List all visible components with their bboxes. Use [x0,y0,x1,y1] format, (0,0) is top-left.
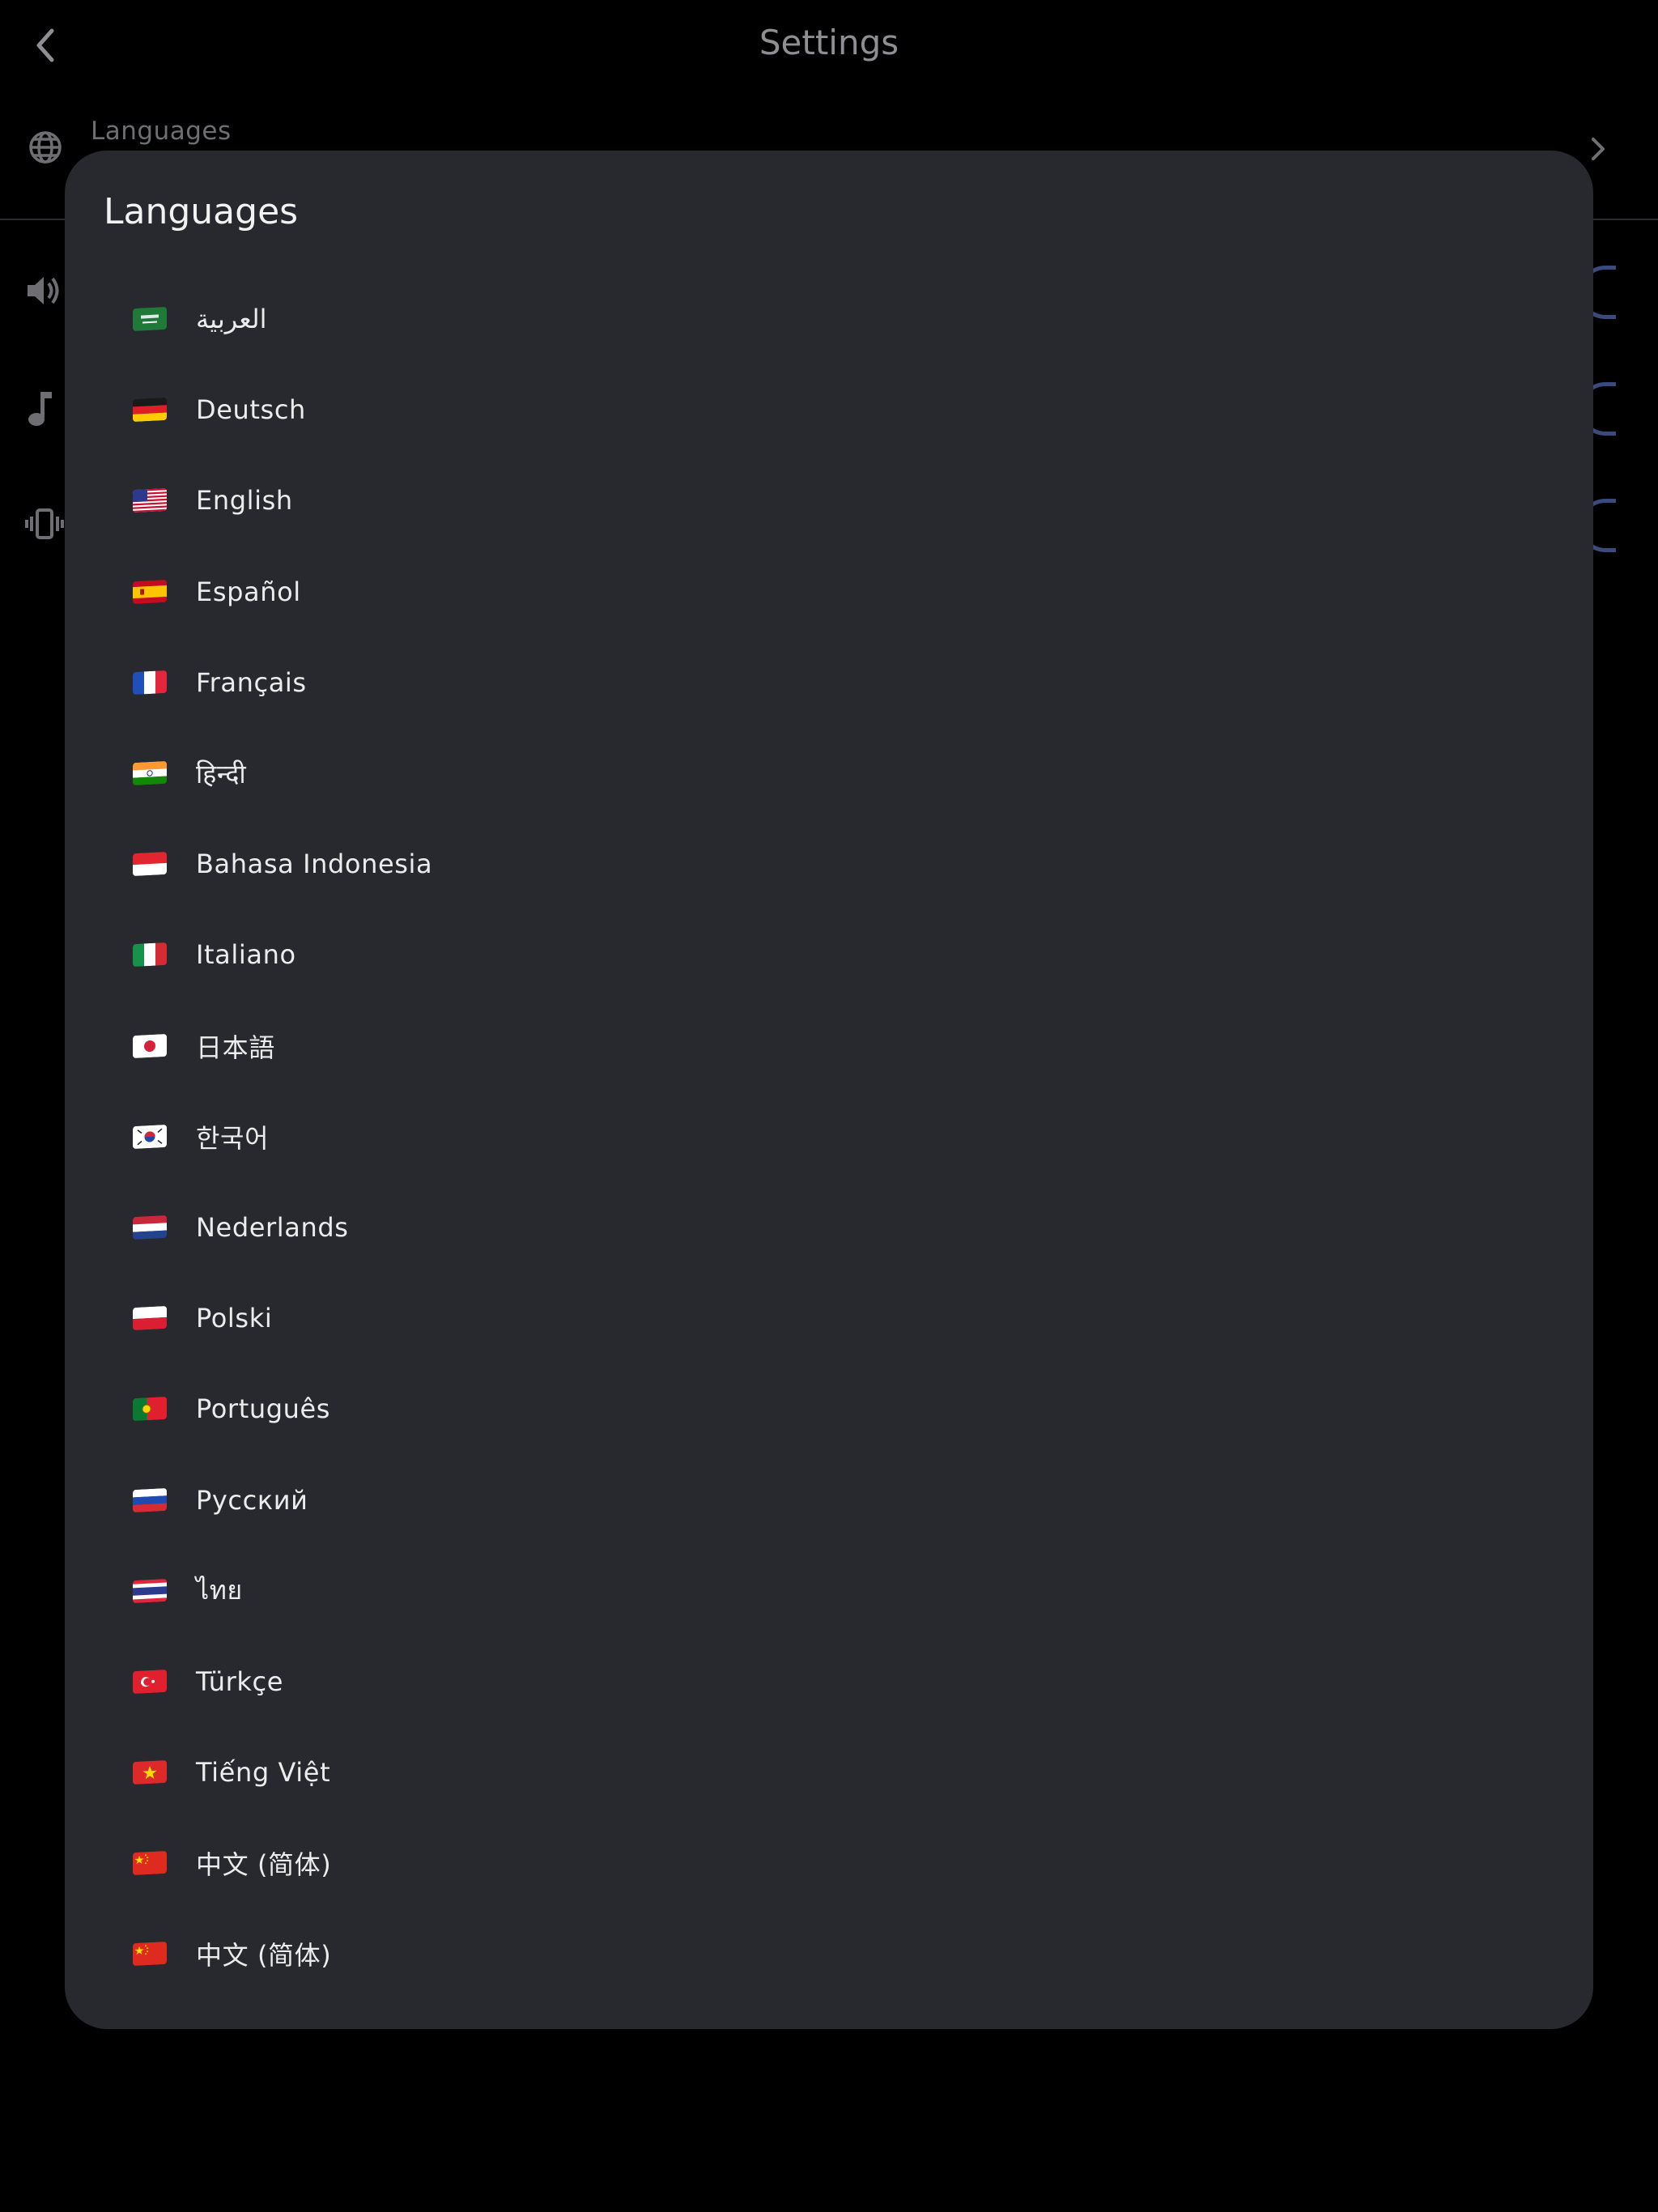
language-picker-sheet: Languages العربية Deutsch English Españo… [65,151,1593,2029]
globe-icon [29,131,62,164]
japan-flag-icon [133,1033,167,1058]
turkey-flag-icon [133,1669,167,1695]
language-label: Italiano [196,939,296,971]
language-label: Türkçe [196,1665,284,1697]
language-item-indonesian[interactable]: Bahasa Indonesia [65,819,1593,909]
language-item-turkish[interactable]: Türkçe [65,1636,1593,1727]
china-flag-icon [133,1942,167,1967]
language-item-thai[interactable]: ไทย [65,1546,1593,1636]
indonesia-flag-icon [133,852,167,877]
language-item-vietnamese[interactable]: Tiếng Việt [65,1727,1593,1818]
russia-flag-icon [133,1487,167,1512]
india-flag-icon [133,760,167,786]
language-item-dutch[interactable]: Nederlands [65,1182,1593,1273]
china-flag-icon [133,1851,167,1876]
portugal-flag-icon [133,1397,167,1422]
language-label: 中文 (简体) [196,1940,332,1972]
language-label: Español [196,576,301,607]
language-label: Русский [196,1484,308,1516]
language-label: Polski [196,1303,273,1334]
language-label: Deutsch [196,394,306,426]
spain-flag-icon [133,579,167,604]
language-item-arabic[interactable]: العربية [65,274,1593,364]
language-item-chinese-simplified[interactable]: 中文 (简体) [65,1818,1593,1908]
germany-flag-icon [133,398,167,423]
language-item-japanese[interactable]: 日本語 [65,1001,1593,1091]
language-label: हिन्दी [196,758,247,789]
language-item-korean[interactable]: 한국어 [65,1091,1593,1182]
language-label: 中文 (简体) [196,1849,332,1881]
language-label: Português [196,1393,331,1425]
page-title: Settings [759,23,899,62]
thailand-flag-icon [133,1578,167,1603]
italy-flag-icon [133,942,167,968]
language-label: English [196,485,293,517]
netherlands-flag-icon [133,1214,167,1240]
language-item-portuguese[interactable]: Português [65,1363,1593,1454]
speaker-icon [28,277,59,304]
sheet-title: Languages [104,191,299,232]
vibration-icon [25,508,64,539]
vietnam-flag-icon [133,1759,167,1785]
language-label: ไทย [196,1575,243,1606]
language-list: العربية Deutsch English Español Français… [65,274,1593,2000]
language-item-english[interactable]: English [65,455,1593,546]
screen: Settings Languages Languages العربية Deu… [0,0,1658,2212]
language-item-french[interactable]: Français [65,637,1593,728]
poland-flag-icon [133,1306,167,1331]
language-label: 日本語 [196,1032,275,1063]
language-item-spanish[interactable]: Español [65,547,1593,637]
language-item-polish[interactable]: Polski [65,1273,1593,1363]
language-item-german[interactable]: Deutsch [65,364,1593,455]
language-label: Nederlands [196,1211,349,1243]
chevron-right-icon [1592,138,1605,160]
france-flag-icon [133,670,167,695]
language-item-russian[interactable]: Русский [65,1454,1593,1545]
language-label: Tiếng Việt [196,1757,331,1789]
language-label: Bahasa Indonesia [196,849,433,880]
language-label: 한국어 [196,1122,270,1154]
language-label: العربية [196,304,267,335]
music-note-icon [28,392,52,426]
language-label: Français [196,666,307,698]
languages-setting-label: Languages [91,117,232,146]
usa-flag-icon [133,488,167,513]
language-item-chinese-simplified-2[interactable]: 中文 (简体) [65,1908,1593,1999]
saudi-arabia-flag-icon [133,306,167,332]
language-item-italian[interactable]: Italiano [65,909,1593,1000]
korea-flag-icon [133,1124,167,1149]
language-item-hindi[interactable]: हिन्दी [65,728,1593,819]
top-bar: Settings [0,0,1658,91]
